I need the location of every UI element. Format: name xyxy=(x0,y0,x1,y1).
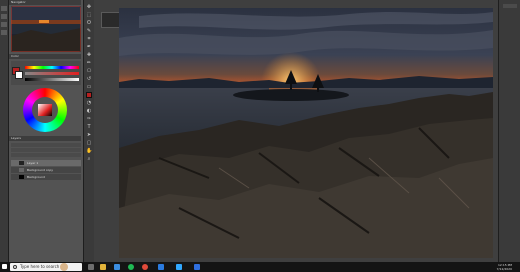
layer-row[interactable]: Background xyxy=(11,174,81,180)
edge-icon[interactable] xyxy=(114,264,120,270)
layer-row[interactable]: Background copy xyxy=(11,167,81,173)
layer-thumbnail xyxy=(19,175,24,179)
cortana-avatar-icon[interactable] xyxy=(60,263,68,271)
brush-settings-icon[interactable] xyxy=(1,22,7,27)
layer-row[interactable]: Layer 1 xyxy=(11,160,81,166)
properties-icon[interactable] xyxy=(1,14,7,19)
hue-slider[interactable] xyxy=(25,66,79,69)
image-canvas[interactable] xyxy=(119,8,493,258)
panel-collapse-button[interactable] xyxy=(503,4,517,8)
layer-thumbnail xyxy=(19,168,24,172)
search-icon xyxy=(13,265,17,269)
dodge-tool-icon[interactable]: ◐ xyxy=(86,108,92,114)
shape-tool-icon[interactable]: ▢ xyxy=(86,140,92,146)
file-explorer-icon[interactable] xyxy=(100,264,106,270)
document-tab[interactable] xyxy=(101,12,120,28)
task-view-icon[interactable] xyxy=(88,264,94,270)
lightroom-icon[interactable] xyxy=(194,264,200,270)
layer-name: Background copy xyxy=(27,168,54,172)
color-triangle[interactable] xyxy=(38,104,52,116)
foreground-color-chip[interactable] xyxy=(86,92,92,98)
crop-tool-icon[interactable]: ⌗ xyxy=(86,36,92,42)
clock-date: 7/12/2020 xyxy=(496,267,512,271)
spotify-icon[interactable] xyxy=(128,264,134,270)
history-icon[interactable] xyxy=(1,6,7,11)
saturation-slider[interactable] xyxy=(25,72,79,75)
history-brush-icon[interactable]: ↺ xyxy=(86,76,92,82)
hand-tool-icon[interactable]: ✋ xyxy=(86,148,92,154)
photoshop-icon[interactable] xyxy=(176,264,182,270)
navigator-thumbnail[interactable] xyxy=(11,6,81,52)
chrome-icon[interactable] xyxy=(142,264,148,270)
move-tool-icon[interactable]: ✥ xyxy=(86,4,92,10)
system-clock[interactable]: 12:15 PM 7/12/2020 xyxy=(472,263,512,271)
layer-name: Background xyxy=(27,175,45,179)
marquee-tool-icon[interactable]: ⬚ xyxy=(86,12,92,18)
layers-filter-bar[interactable] xyxy=(11,143,81,147)
right-panel-edge xyxy=(498,0,520,262)
windows-taskbar: Type here to search 12:15 PM 7/12/2020 xyxy=(0,262,520,272)
layer-thumbnail xyxy=(19,161,24,165)
mail-icon[interactable] xyxy=(158,264,164,270)
zoom-tool-icon[interactable]: ⌕ xyxy=(86,156,92,162)
blur-tool-icon[interactable]: ◔ xyxy=(86,100,92,106)
path-select-icon[interactable]: ➤ xyxy=(86,132,92,138)
brush-tool-icon[interactable]: ✏ xyxy=(86,60,92,66)
background-color-swatch[interactable] xyxy=(15,71,23,79)
eyedropper-tool-icon[interactable]: ✒ xyxy=(86,44,92,50)
type-tool-icon[interactable]: T xyxy=(86,124,92,130)
eraser-tool-icon[interactable]: ▭ xyxy=(86,84,92,90)
tab-color[interactable]: Color xyxy=(9,54,81,59)
search-placeholder: Type here to search xyxy=(20,264,60,269)
lasso-tool-icon[interactable]: ʘ xyxy=(86,20,92,26)
color-sliders xyxy=(11,61,81,85)
taskbar-search-box[interactable]: Type here to search xyxy=(10,263,82,271)
pen-tool-icon[interactable]: ✑ xyxy=(86,116,92,122)
layers-blend-mode-bar[interactable] xyxy=(11,148,81,152)
brightness-slider[interactable] xyxy=(25,78,79,81)
actions-icon[interactable] xyxy=(1,30,7,35)
color-wheel-center xyxy=(32,97,58,123)
left-collapsed-toolbar xyxy=(0,0,9,262)
quick-select-tool-icon[interactable]: ✎ xyxy=(86,28,92,34)
tab-layers[interactable]: Layers xyxy=(9,136,81,141)
tab-navigator[interactable]: Navigator xyxy=(9,0,81,5)
panels-column: Navigator Color Layers Layer 1 Backgroun… xyxy=(9,0,83,262)
layers-lock-bar[interactable] xyxy=(11,153,81,157)
healing-brush-icon[interactable]: ✚ xyxy=(86,52,92,58)
layer-name: Layer 1 xyxy=(27,161,39,165)
color-wheel[interactable] xyxy=(23,88,67,132)
landscape-photo xyxy=(119,8,493,258)
navigator-preview-image xyxy=(11,6,81,52)
clone-stamp-icon[interactable]: ⎔ xyxy=(86,68,92,74)
windows-start-icon[interactable] xyxy=(2,264,7,269)
